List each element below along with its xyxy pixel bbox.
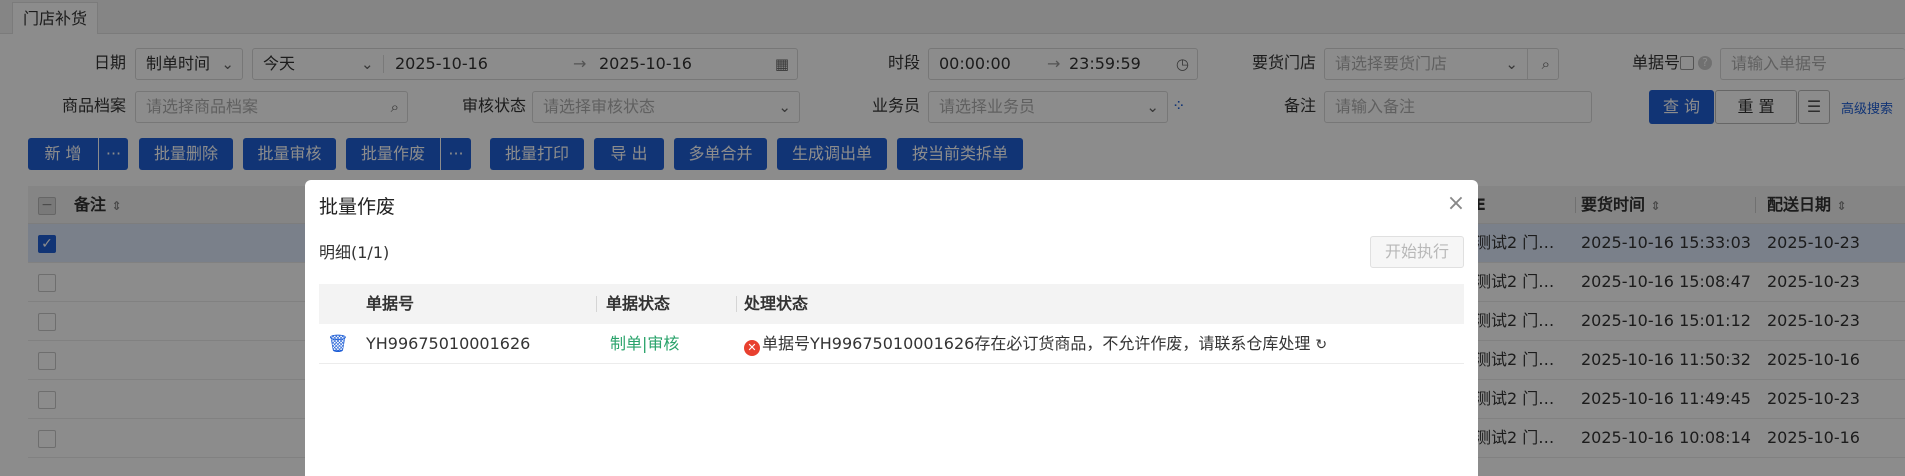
batch-void-dialog: 批量作废 × 明细(1/1) 开始执行 单据号 单据状态 处理状态 🗑 YH99… xyxy=(305,180,1478,476)
col-process-status-header: 处理状态 xyxy=(744,294,809,313)
row-doc-no: YH99675010001626 xyxy=(366,334,531,353)
trash-icon[interactable]: 🗑 xyxy=(327,324,349,364)
col-doc-status-header: 单据状态 xyxy=(606,294,671,313)
dialog-table-header: 单据号 单据状态 处理状态 xyxy=(319,284,1464,324)
col-doc-no-header: 单据号 xyxy=(366,294,415,313)
row-process-status: ✕ 单据号YH99675010001626存在必订货商品，不允许作废，请联系仓库处… xyxy=(744,324,1327,365)
dialog-table-row: 🗑 YH99675010001626 制单|审核 ✕ 单据号YH996750100… xyxy=(319,324,1464,364)
column-divider xyxy=(736,296,737,312)
close-icon[interactable]: × xyxy=(1444,192,1468,216)
column-divider xyxy=(596,296,597,312)
start-execute-button[interactable]: 开始执行 xyxy=(1370,236,1464,268)
process-status-text: 单据号YH99675010001626存在必订货商品，不允许作废，请联系仓库处理 xyxy=(762,334,1311,353)
error-icon: ✕ xyxy=(744,340,760,356)
dialog-title: 批量作废 xyxy=(319,196,396,218)
detail-count: 明细(1/1) xyxy=(319,243,390,262)
retry-icon[interactable]: ↻ xyxy=(1315,337,1327,353)
row-doc-status: 制单|审核 xyxy=(610,334,680,353)
